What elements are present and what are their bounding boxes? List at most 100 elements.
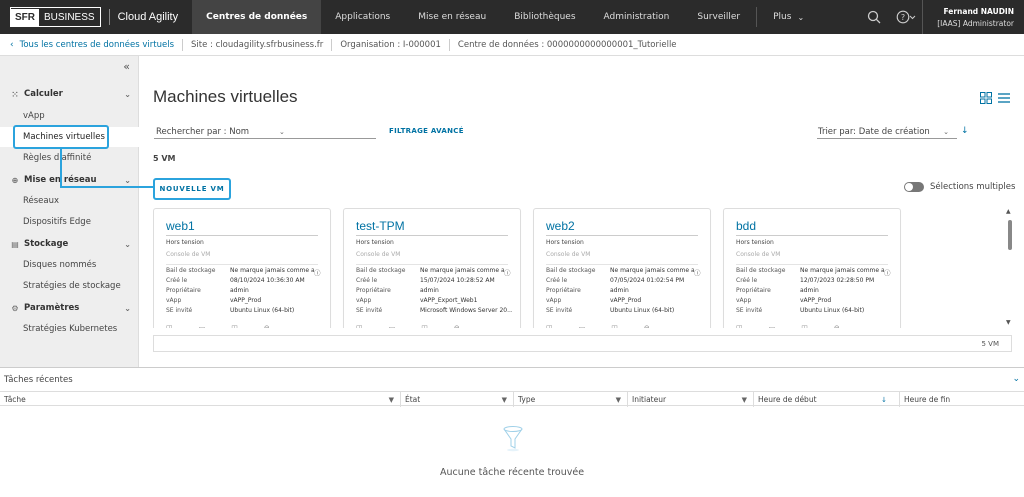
column-header-tache[interactable]: Tâche ▼ — [0, 392, 401, 407]
column-header-heure-debut[interactable]: Heure de début ↓ — [754, 392, 900, 407]
console-icon[interactable]: ▭ — [389, 324, 396, 328]
divider — [356, 264, 508, 265]
sort-by-label: Trier par: Date de création — [818, 126, 930, 137]
collapse-sidebar-icon[interactable]: « — [123, 60, 130, 73]
console-icon[interactable]: ▭ — [579, 324, 586, 328]
vm-power-status: Hors tension — [546, 239, 584, 246]
sidebar-item-disques-nommes[interactable]: Disques nommés — [0, 255, 139, 275]
settings-icon: ⚙ — [11, 303, 19, 313]
snapshot-icon[interactable]: ◫ — [611, 324, 618, 328]
list-view-icon[interactable] — [998, 92, 1010, 107]
tab-bibliotheques[interactable]: Bibliothèques — [500, 0, 589, 34]
cards-scrollbar[interactable]: ▲ ▼ — [1006, 208, 1015, 326]
more-actions-icon[interactable]: ⊖ — [454, 324, 460, 328]
sidebar-group-calculer[interactable]: ⁙ Calculer ⌄ — [0, 84, 139, 104]
vm-name-link[interactable]: web2 — [546, 219, 575, 233]
tab-administration[interactable]: Administration — [590, 0, 684, 34]
console-icon[interactable]: ▭ — [769, 324, 776, 328]
filter-icon[interactable]: ▼ — [742, 396, 747, 404]
chevron-left-icon[interactable]: ‹ — [10, 40, 14, 50]
column-header-heure-fin[interactable]: Heure de fin — [900, 392, 1024, 407]
snapshot-icon[interactable]: ◫ — [231, 324, 238, 328]
tab-surveiller[interactable]: Surveiller — [683, 0, 754, 34]
chevron-down-icon: ⌄ — [279, 127, 285, 136]
collapse-panel-icon[interactable]: ⌄ — [1012, 374, 1020, 384]
multi-select-toggle[interactable]: Sélections multiples — [904, 182, 1015, 192]
field-label: Créé le — [356, 277, 378, 284]
power-icon[interactable]: ◫ — [736, 324, 743, 328]
filter-icon[interactable]: ▼ — [616, 396, 621, 404]
info-icon[interactable]: ⓘ — [884, 267, 892, 277]
vm-console-link[interactable]: Console de VM — [736, 251, 780, 258]
column-header-type[interactable]: Type ▼ — [514, 392, 628, 407]
tab-centres-de-donnees[interactable]: Centres de données — [192, 0, 322, 34]
field-label: Propriétaire — [166, 287, 201, 294]
filter-icon[interactable]: ▼ — [389, 396, 394, 404]
vm-card[interactable]: test-TPM Hors tension Console de VM Bail… — [343, 208, 521, 328]
sidebar-item-strategies-stockage[interactable]: Stratégies de stockage — [0, 276, 139, 296]
column-header-initiateur[interactable]: Initiateur ▼ — [628, 392, 754, 407]
vm-name-link[interactable]: test-TPM — [356, 219, 405, 233]
card-actions: ◫ ▭ ◫ ⊖ — [166, 324, 318, 328]
field-label: vApp — [356, 297, 372, 304]
power-icon[interactable]: ◫ — [166, 324, 173, 328]
sort-by-select[interactable]: Trier par: Date de création ⌄ — [817, 125, 957, 139]
sidebar-item-reseaux[interactable]: Réseaux — [0, 191, 139, 211]
vm-name-link[interactable]: bdd — [736, 219, 756, 233]
power-icon[interactable]: ◫ — [356, 324, 363, 328]
more-actions-icon[interactable]: ⊖ — [644, 324, 650, 328]
sidebar-item-strategies-kubernetes[interactable]: Stratégies Kubernetes — [0, 319, 139, 339]
field-vapp: vApp vAPP_Prod — [166, 297, 322, 307]
info-icon[interactable]: ⓘ — [694, 267, 702, 277]
scroll-up-icon[interactable]: ▲ — [1006, 208, 1011, 215]
sidebar-item-vapp[interactable]: vApp — [0, 106, 139, 126]
tab-divider — [756, 7, 758, 27]
console-icon[interactable]: ▭ — [199, 324, 206, 328]
vm-console-link[interactable]: Console de VM — [356, 251, 400, 258]
info-icon[interactable]: ⓘ — [314, 267, 322, 277]
vm-console-link[interactable]: Console de VM — [166, 251, 210, 258]
tab-plus[interactable]: Plus ⌄ — [759, 0, 818, 34]
filter-icon[interactable]: ▼ — [502, 396, 507, 404]
snapshot-icon[interactable]: ◫ — [801, 324, 808, 328]
field-owner: Propriétaire admin — [166, 287, 322, 297]
sidebar-group-parametres[interactable]: ⚙ Paramètres ⌄ — [0, 298, 139, 318]
tab-mise-en-reseau[interactable]: Mise en réseau — [404, 0, 500, 34]
field-label: Créé le — [736, 277, 758, 284]
card-actions: ◫ ▭ ◫ ⊖ — [546, 324, 698, 328]
user-menu[interactable]: Fernand NAUDIN [IAAS] Administrator — [922, 0, 1024, 34]
empty-state-message: Aucune tâche récente trouvée — [439, 467, 585, 478]
search-icon[interactable] — [858, 0, 890, 34]
app-name: Cloud Agility — [117, 11, 179, 23]
sort-direction-icon[interactable]: ↓ — [961, 126, 969, 136]
column-header-etat[interactable]: État ▼ — [401, 392, 514, 407]
sort-descending-icon[interactable]: ↓ — [881, 396, 887, 404]
brand[interactable]: SFR BUSINESS Cloud Agility — [0, 0, 178, 34]
vm-card[interactable]: web2 Hors tension Console de VM Bail de … — [533, 208, 711, 328]
vm-console-link[interactable]: Console de VM — [546, 251, 590, 258]
card-actions: ◫ ▭ ◫ ⊖ — [356, 324, 508, 328]
chevron-down-icon: ⌄ — [124, 175, 131, 185]
divider — [736, 235, 888, 236]
vm-card[interactable]: bdd Hors tension Console de VM Bail de s… — [723, 208, 901, 328]
info-icon[interactable]: ⓘ — [504, 267, 512, 277]
snapshot-icon[interactable]: ◫ — [421, 324, 428, 328]
sidebar-item-dispositifs-edge[interactable]: Dispositifs Edge — [0, 212, 139, 232]
more-actions-icon[interactable]: ⊖ — [264, 324, 270, 328]
toggle-switch[interactable] — [904, 182, 924, 192]
help-icon[interactable]: ? — [890, 0, 922, 34]
new-vm-button[interactable]: NOUVELLE VM — [153, 178, 231, 200]
scroll-thumb[interactable] — [1008, 220, 1012, 250]
advanced-filter-button[interactable]: FILTRAGE AVANCÉ — [389, 127, 464, 135]
more-actions-icon[interactable]: ⊖ — [834, 324, 840, 328]
sidebar-group-stockage[interactable]: ▤ Stockage ⌄ — [0, 234, 139, 254]
sidebar-item-regles-affinite[interactable]: Règles d'affinité — [0, 148, 139, 168]
vm-card[interactable]: web1 Hors tension Console de VM Bail de … — [153, 208, 331, 328]
power-icon[interactable]: ◫ — [546, 324, 553, 328]
vm-name-link[interactable]: web1 — [166, 219, 195, 233]
grid-view-icon[interactable] — [980, 92, 992, 107]
tab-applications[interactable]: Applications — [321, 0, 404, 34]
search-by-select[interactable]: Rechercher par : Nom ⌄ — [154, 125, 376, 139]
scroll-down-icon[interactable]: ▼ — [1006, 319, 1011, 326]
breadcrumb-back-link[interactable]: Tous les centres de données virtuels — [20, 40, 174, 50]
